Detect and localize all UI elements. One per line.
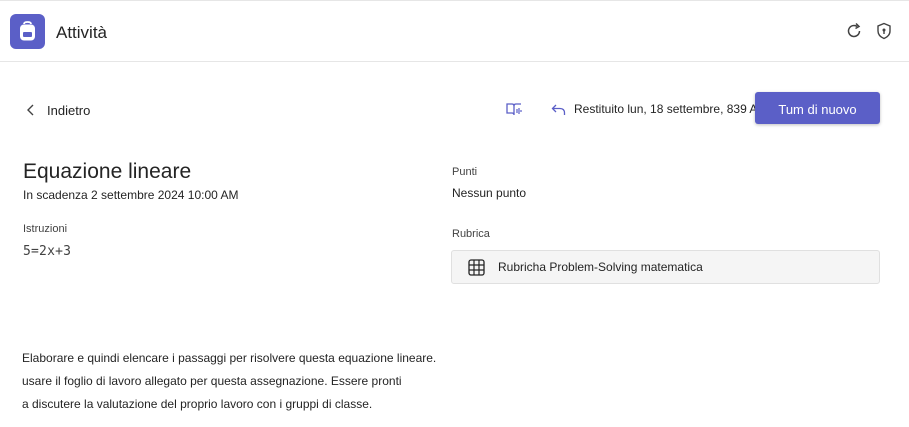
backpack-icon: [20, 21, 35, 41]
returned-text: Restituito lun, 18 settembre, 839 AM: [574, 102, 768, 116]
app-title: Attività: [56, 23, 108, 42]
app-logo[interactable]: [10, 14, 45, 49]
rubric-card[interactable]: Rubricha Problem-Solving matematica: [451, 250, 880, 284]
rubric-name: Rubricha Problem-Solving matematica: [498, 260, 703, 274]
assignment-title: Equazione lineare: [23, 160, 192, 183]
instructions-label: Istruzioni: [23, 223, 68, 235]
rubric-label: Rubrica: [452, 228, 490, 240]
equation-text: 5=2x+3: [23, 244, 72, 259]
description-line: a discutere la valutazione del proprio l…: [22, 397, 373, 411]
points-label: Punti: [452, 166, 478, 178]
back-button[interactable]: Indietro: [24, 100, 90, 120]
turn-in-again-button[interactable]: Tum di nuovo: [755, 92, 880, 124]
refresh-icon[interactable]: [844, 21, 864, 41]
description-line: usare il foglio di lavoro allegato per q…: [22, 374, 402, 388]
grid-table-icon: [468, 258, 485, 276]
due-date: In scadenza 2 settembre 2024 10:00 AM: [23, 188, 239, 202]
app-header: Attività: [0, 0, 909, 62]
points-value: Nessun punto: [452, 186, 527, 200]
assignment-description: Elaborare e quindi elencare i passaggi p…: [22, 347, 436, 416]
immersive-reader-icon[interactable]: [505, 100, 523, 118]
shield-icon[interactable]: [874, 21, 894, 41]
description-line: Elaborare e quindi elencare i passaggi p…: [22, 351, 437, 365]
chevron-left-icon: [27, 104, 34, 116]
returned-status: Restituito lun, 18 settembre, 839 AM: [551, 102, 767, 116]
back-label: Indietro: [47, 102, 91, 118]
undo-arrow-icon: [551, 104, 566, 115]
